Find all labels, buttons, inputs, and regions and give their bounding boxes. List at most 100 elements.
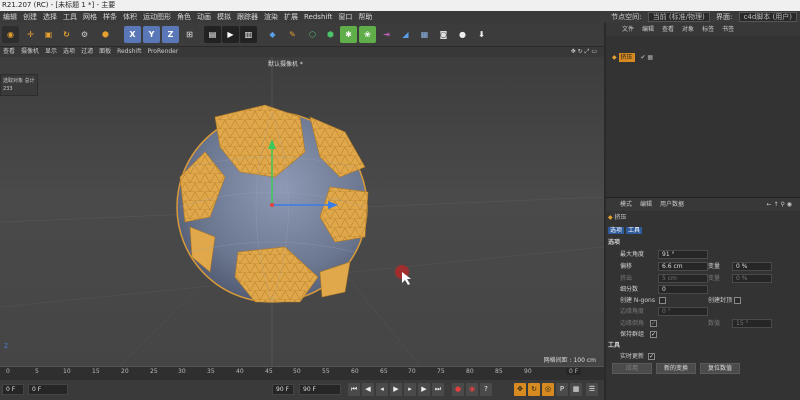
z-axis-button[interactable]: Z bbox=[162, 26, 179, 43]
menu-animate[interactable]: 动画 bbox=[194, 11, 214, 23]
menu-redshift[interactable]: Redshift bbox=[301, 11, 335, 23]
start-frame-field[interactable]: 0 F bbox=[2, 384, 24, 395]
subtab-options[interactable]: 选项 bbox=[608, 227, 625, 234]
prev-frame-icon[interactable]: ◂ bbox=[376, 383, 388, 396]
variance-field[interactable]: 0 % bbox=[732, 262, 772, 271]
play-icon[interactable]: ▶ bbox=[390, 383, 402, 396]
subdivision-field[interactable]: 0 bbox=[658, 285, 708, 294]
variance2-field[interactable]: 0 % bbox=[732, 274, 772, 283]
next-frame-icon[interactable]: ▸ bbox=[404, 383, 416, 396]
view-menu-filter[interactable]: 过滤 bbox=[78, 47, 96, 57]
am-nav-icons[interactable]: ← ↑ ⚲ ◉ bbox=[763, 198, 796, 211]
edge-bevel-checkbox[interactable]: ✓ bbox=[649, 320, 657, 327]
field-icon[interactable]: ⇥ bbox=[378, 26, 395, 43]
keep-groups-checkbox[interactable]: ✓ bbox=[649, 331, 657, 338]
om-tab-object[interactable]: 对象 bbox=[678, 23, 698, 36]
download-icon[interactable]: ⬇ bbox=[473, 26, 490, 43]
end-frame-field[interactable]: 90 F bbox=[272, 384, 294, 395]
menu-create[interactable]: 创建 bbox=[20, 11, 40, 23]
om-tab-tags[interactable]: 标签 bbox=[698, 23, 718, 36]
render-settings-icon[interactable]: ▥ bbox=[240, 26, 257, 43]
menu-select[interactable]: 选择 bbox=[40, 11, 60, 23]
record-icon[interactable]: ● bbox=[452, 383, 464, 396]
goto-start-icon[interactable]: ⏮ bbox=[348, 383, 360, 396]
max-angle-field[interactable]: 91 ° bbox=[658, 250, 708, 259]
menu-extensions[interactable]: 扩展 bbox=[281, 11, 301, 23]
menu-tracker[interactable]: 跟踪器 bbox=[234, 11, 261, 23]
menu-character[interactable]: 角色 bbox=[174, 11, 194, 23]
menu-mograph[interactable]: 运动图形 bbox=[140, 11, 174, 23]
edge-angle-field[interactable]: 0 ° bbox=[658, 307, 708, 316]
view-menu-redshift[interactable]: Redshift bbox=[114, 47, 144, 57]
floor-icon[interactable]: ▦ bbox=[416, 26, 433, 43]
realtime-checkbox[interactable]: ✓ bbox=[647, 353, 655, 360]
pen-icon[interactable]: ✎ bbox=[284, 26, 301, 43]
world-coords-icon[interactable]: ⊞ bbox=[181, 26, 198, 43]
camera-label[interactable]: 默认摄像机 * bbox=[268, 59, 303, 68]
timeline-menu-icon[interactable]: ☰ bbox=[586, 383, 598, 396]
menu-volume[interactable]: 体积 bbox=[120, 11, 140, 23]
interface-dropdown[interactable]: c4d脚本 (用户) bbox=[738, 12, 797, 22]
viewport-nav-icons[interactable]: ✥ ↻ ⤢ ▭ bbox=[568, 47, 600, 57]
scale-icon[interactable]: ▣ bbox=[40, 26, 57, 43]
view-menu-view[interactable]: 查看 bbox=[0, 47, 18, 57]
new-transform-button[interactable]: 新的变换 bbox=[656, 363, 696, 374]
end-frame-field-2[interactable]: 90 F bbox=[299, 384, 341, 395]
autokey-icon[interactable]: ◉ bbox=[466, 383, 478, 396]
menu-spline[interactable]: 样条 bbox=[100, 11, 120, 23]
y-axis-button[interactable]: Y bbox=[143, 26, 160, 43]
current-frame-field[interactable]: 0 F bbox=[28, 384, 68, 395]
timeline-ruler[interactable]: 0 5 10 15 20 25 30 35 40 45 50 55 60 65 … bbox=[0, 366, 604, 380]
menu-mesh[interactable]: 网格 bbox=[80, 11, 100, 23]
menu-simulate[interactable]: 模拟 bbox=[214, 11, 234, 23]
key-pla-icon[interactable]: ▦ bbox=[570, 383, 582, 396]
om-tab-file[interactable]: 文件 bbox=[618, 23, 638, 36]
om-tab-bookmarks[interactable]: 书签 bbox=[718, 23, 738, 36]
ngons-checkbox[interactable] bbox=[658, 297, 666, 304]
subdivision-icon[interactable]: ⬡ bbox=[304, 26, 321, 43]
key-move-icon[interactable]: ✥ bbox=[514, 383, 526, 396]
deformer-icon[interactable]: ✱ bbox=[340, 26, 357, 43]
reset-values-button[interactable]: 复位数值 bbox=[700, 363, 740, 374]
view-menu-prorender[interactable]: ProRender bbox=[144, 47, 181, 57]
key-param-icon[interactable]: P bbox=[556, 383, 568, 396]
mograph-icon[interactable]: ❀ bbox=[359, 26, 376, 43]
next-key-icon[interactable]: ▶ bbox=[418, 383, 430, 396]
am-tab-mode[interactable]: 模式 bbox=[616, 198, 636, 211]
goto-end-icon[interactable]: ⏭ bbox=[432, 383, 444, 396]
cube-object-icon[interactable]: ⬢ bbox=[97, 26, 114, 43]
extrude-field[interactable]: 5 cm bbox=[658, 274, 708, 283]
render-view-icon[interactable]: ▶ bbox=[222, 26, 239, 43]
menu-window[interactable]: 窗口 bbox=[335, 11, 355, 23]
move-icon[interactable]: ✛ bbox=[22, 26, 39, 43]
view-menu-cameras[interactable]: 摄像机 bbox=[18, 47, 42, 57]
menu-edit[interactable]: 编辑 bbox=[0, 11, 20, 23]
offset-field[interactable]: 6.6 cm bbox=[658, 262, 708, 271]
3d-viewport[interactable]: 选取对象 总计 233 默认摄像机 * Z 网格间距 : 100 cm bbox=[0, 57, 604, 366]
menu-tools[interactable]: 工具 bbox=[60, 11, 80, 23]
count-field[interactable]: 15 ° bbox=[732, 319, 772, 328]
undo-icon[interactable]: ◉ bbox=[2, 26, 19, 43]
x-axis-button[interactable]: X bbox=[124, 26, 141, 43]
menu-help[interactable]: 帮助 bbox=[355, 11, 375, 23]
om-tab-edit[interactable]: 编辑 bbox=[638, 23, 658, 36]
camera-icon[interactable]: ◙ bbox=[435, 26, 452, 43]
object-row-extrude[interactable]: ◆ 挤压 ✔ ▦ bbox=[612, 53, 653, 62]
cube-primitive-icon[interactable]: ◆ bbox=[264, 26, 281, 43]
am-tab-edit[interactable]: 编辑 bbox=[636, 198, 656, 211]
key-scale-icon[interactable]: ◎ bbox=[542, 383, 554, 396]
am-tab-user-data[interactable]: 用户数据 bbox=[656, 198, 688, 211]
cloner-icon[interactable]: ⬢ bbox=[322, 26, 339, 43]
caps-checkbox[interactable] bbox=[734, 297, 741, 304]
node-space-dropdown[interactable]: 当前 (标准/物理) bbox=[647, 12, 710, 22]
view-menu-options[interactable]: 选项 bbox=[60, 47, 78, 57]
apply-button[interactable]: 应用 bbox=[612, 363, 652, 374]
keyframe-select-icon[interactable]: ? bbox=[480, 383, 492, 396]
view-menu-display[interactable]: 显示 bbox=[42, 47, 60, 57]
rotate-icon[interactable]: ↻ bbox=[58, 26, 75, 43]
tag-icon[interactable]: ◢ bbox=[397, 26, 414, 43]
view-menu-panel[interactable]: 面板 bbox=[96, 47, 114, 57]
light-icon[interactable]: ● bbox=[454, 26, 471, 43]
subtab-tool[interactable]: 工具 bbox=[625, 227, 642, 234]
render-region-icon[interactable]: ▤ bbox=[204, 26, 221, 43]
